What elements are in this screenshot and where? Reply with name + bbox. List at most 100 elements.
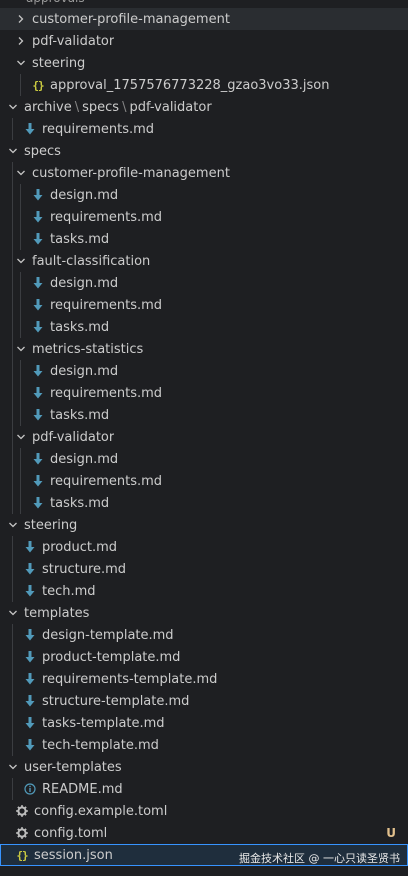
file-requirements-template-md[interactable]: requirements-template.md — [0, 668, 408, 690]
chevron-down-icon[interactable] — [14, 430, 28, 444]
path-separator: \ — [74, 99, 80, 115]
indent-guide — [20, 74, 21, 96]
file-design-md[interactable]: design.md — [0, 272, 408, 294]
markdown-file-icon — [32, 474, 44, 488]
tree-item-label: steering — [32, 55, 86, 71]
indent-guide — [20, 448, 21, 514]
indent-guide — [12, 162, 13, 514]
file-tasks-md[interactable]: tasks.md — [0, 492, 408, 514]
chevron-right-icon[interactable] — [14, 12, 28, 26]
chevron-down-icon[interactable] — [14, 56, 28, 70]
markdown-file-icon — [24, 716, 36, 730]
indent-guide — [12, 778, 13, 800]
tree-item-label: tasks.md — [50, 319, 110, 335]
tree-item-label: approval_1757576773228_gzao3vo33.json — [50, 77, 330, 93]
tree-item-label: requirements.md — [50, 209, 163, 225]
tree-item-label: design.md — [50, 451, 119, 467]
folder-metrics-statistics[interactable]: metrics-statistics — [0, 338, 408, 360]
markdown-file-icon — [32, 276, 44, 290]
indent-guide — [12, 118, 13, 140]
markdown-file-icon — [32, 452, 44, 466]
markdown-file-icon — [24, 540, 36, 554]
file-requirements-md[interactable]: requirements.md — [0, 118, 408, 140]
tree-item-label: structure.md — [42, 561, 127, 577]
tree-item-label: archive \ specs \ pdf-validator — [24, 100, 212, 115]
tree-item-label: tech-template.md — [42, 737, 159, 753]
file-session-json[interactable]: {} session.json — [0, 844, 408, 866]
file-tasks-md[interactable]: tasks.md — [0, 316, 408, 338]
tree-item-label: design.md — [50, 187, 119, 203]
folder-pdf-validator[interactable]: pdf-validator — [0, 30, 408, 52]
tree-item-label: metrics-statistics — [32, 341, 144, 357]
markdown-file-icon — [24, 584, 36, 598]
file-requirements-md[interactable]: requirements.md — [0, 206, 408, 228]
gear-icon — [16, 804, 28, 818]
file-requirements-md[interactable]: requirements.md — [0, 382, 408, 404]
tree-item-label: user-templates — [24, 759, 122, 775]
tree-item-label: design-template.md — [42, 627, 174, 643]
folder-specs[interactable]: specs — [0, 140, 408, 162]
markdown-file-icon — [32, 364, 44, 378]
file-tech-md[interactable]: tech.md — [0, 580, 408, 602]
chevron-down-icon[interactable] — [14, 342, 28, 356]
folder-templates[interactable]: templates — [0, 602, 408, 624]
file-tasks-md[interactable]: tasks.md — [0, 228, 408, 250]
folder-customer-profile-management[interactable]: customer-profile-management — [0, 8, 408, 30]
tree-item-label: pdf-validator — [32, 429, 115, 445]
file-tasks-md[interactable]: tasks.md — [0, 404, 408, 426]
folder-steering[interactable]: steering — [0, 52, 408, 74]
markdown-file-icon — [32, 232, 44, 246]
indent-guide — [12, 536, 13, 602]
file-design-md[interactable]: design.md — [0, 360, 408, 382]
markdown-file-icon — [32, 320, 44, 334]
markdown-file-icon — [32, 298, 44, 312]
file-approval-1757576773228-gzao3vo33-json[interactable]: {} approval_1757576773228_gzao3vo33.json — [0, 74, 408, 96]
chevron-down-icon[interactable] — [6, 100, 20, 114]
tree-item-label: specs — [24, 143, 61, 159]
tree-item-label: requirements.md — [50, 297, 163, 313]
folder-steering[interactable]: steering — [0, 514, 408, 536]
folder-fault-classification[interactable]: fault-classification — [0, 250, 408, 272]
cut-off-folder-label: approvals — [0, 0, 408, 6]
chevron-down-icon[interactable] — [6, 144, 20, 158]
file-tech-template-md[interactable]: tech-template.md — [0, 734, 408, 756]
chevron-down-icon[interactable] — [14, 166, 28, 180]
folder-user-templates[interactable]: user-templates — [0, 756, 408, 778]
chevron-right-icon[interactable] — [14, 34, 28, 48]
file-structure-template-md[interactable]: structure-template.md — [0, 690, 408, 712]
file-design-md[interactable]: design.md — [0, 448, 408, 470]
folder-archive[interactable]: archive \ specs \ pdf-validator — [0, 96, 408, 118]
file-requirements-md[interactable]: requirements.md — [0, 294, 408, 316]
tree-item-label: tech.md — [42, 583, 96, 599]
markdown-file-icon — [24, 122, 36, 136]
chevron-down-icon[interactable] — [6, 760, 20, 774]
tree-item-label: config.example.toml — [34, 803, 168, 819]
file-readme-md[interactable]: README.md — [0, 778, 408, 800]
tree-item-label: session.json — [34, 847, 113, 863]
file-tasks-template-md[interactable]: tasks-template.md — [0, 712, 408, 734]
tree-item-label: requirements.md — [50, 385, 163, 401]
tree-item-label: config.toml — [34, 825, 108, 841]
file-product-template-md[interactable]: product-template.md — [0, 646, 408, 668]
folder-customer-profile-management[interactable]: customer-profile-management — [0, 162, 408, 184]
tree-item-label: product.md — [42, 539, 118, 555]
tree-item-label: tasks.md — [50, 495, 110, 511]
folder-pdf-validator[interactable]: pdf-validator — [0, 426, 408, 448]
chevron-down-icon[interactable] — [6, 518, 20, 532]
file-design-md[interactable]: design.md — [0, 184, 408, 206]
gear-icon — [16, 826, 28, 840]
path-segment: specs — [82, 99, 120, 115]
file-product-md[interactable]: product.md — [0, 536, 408, 558]
file-config-example-toml[interactable]: config.example.toml — [0, 800, 408, 822]
file-design-template-md[interactable]: design-template.md — [0, 624, 408, 646]
chevron-down-icon[interactable] — [14, 254, 28, 268]
file-structure-md[interactable]: structure.md — [0, 558, 408, 580]
file-config-toml[interactable]: config.toml U — [0, 822, 408, 844]
file-requirements-md[interactable]: requirements.md — [0, 470, 408, 492]
markdown-file-icon — [32, 408, 44, 422]
indent-guide — [20, 360, 21, 426]
chevron-down-icon[interactable] — [6, 606, 20, 620]
tree-item-label: requirements.md — [42, 121, 155, 137]
file-explorer-tree: approvals customer-profile-management pdf… — [0, 0, 408, 876]
path-separator: \ — [122, 99, 127, 115]
